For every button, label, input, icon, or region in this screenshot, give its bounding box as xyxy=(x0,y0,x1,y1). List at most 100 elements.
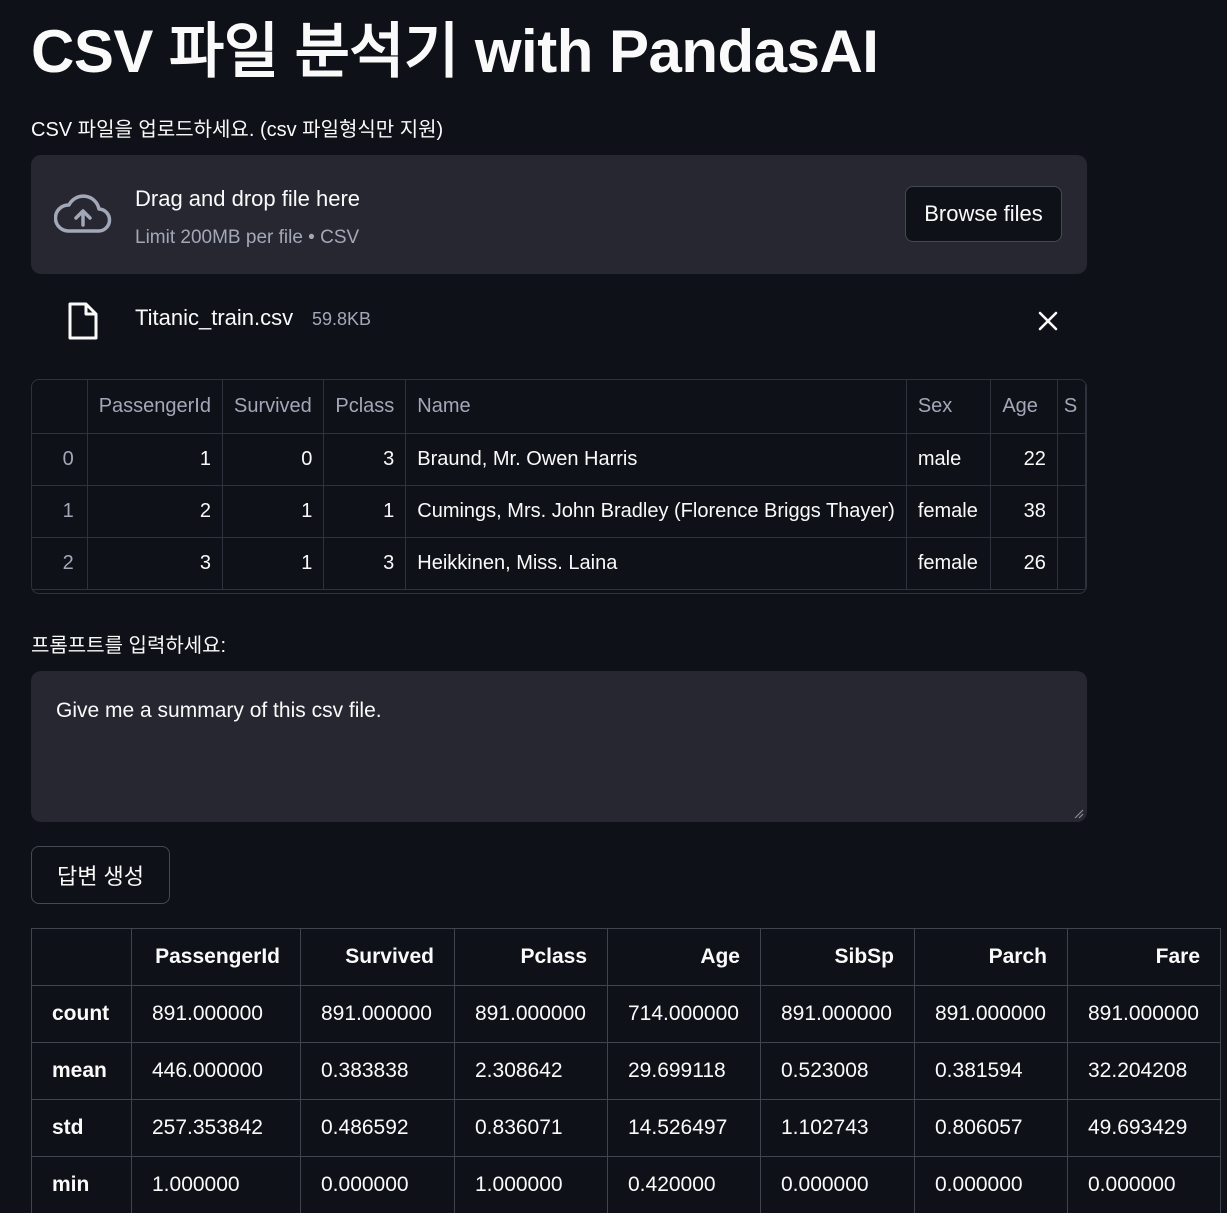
table-row: 1 2 1 1 Cumings, Mrs. John Bradley (Flor… xyxy=(32,485,1086,538)
resize-handle-icon[interactable] xyxy=(1072,807,1084,819)
table-cell[interactable] xyxy=(1057,485,1086,538)
summary-col-sibsp: SibSp xyxy=(760,928,915,986)
table-cell[interactable]: 1 xyxy=(87,433,223,486)
app-page: CSV 파일 분석기 with PandasAI CSV 파일을 업로드하세요.… xyxy=(0,0,1227,1213)
prompt-input[interactable]: Give me a summary of this csv file. xyxy=(31,671,1087,822)
table-cell: 891.000000 xyxy=(1067,985,1221,1043)
table-cell: 29.699118 xyxy=(607,1042,761,1100)
summary-corner-cell xyxy=(31,928,132,986)
prompt-label: 프롬프트를 입력하세요: xyxy=(31,635,227,657)
file-icon xyxy=(68,302,98,340)
table-cell[interactable] xyxy=(1057,537,1086,590)
table-cell[interactable]: Heikkinen, Miss. Laina xyxy=(405,537,907,590)
table-cell[interactable]: 0 xyxy=(222,433,325,486)
summary-table: PassengerId Survived Pclass Age SibSp Pa… xyxy=(31,928,1221,1213)
table-cell: 1.102743 xyxy=(760,1099,915,1157)
summary-col-age: Age xyxy=(607,928,761,986)
table-cell: 891.000000 xyxy=(454,985,608,1043)
table-cell: 0.381594 xyxy=(914,1042,1068,1100)
upload-limit-text: Limit 200MB per file • CSV xyxy=(135,227,360,248)
preview-col-passengerid[interactable]: PassengerId xyxy=(87,380,223,434)
preview-col-index xyxy=(32,380,88,434)
summary-col-survived: Survived xyxy=(300,928,455,986)
table-cell: 0.000000 xyxy=(914,1156,1068,1213)
table-cell: 1.000000 xyxy=(454,1156,608,1213)
row-index: 2 xyxy=(32,537,88,590)
table-cell[interactable]: 26 xyxy=(990,537,1058,590)
table-cell[interactable]: 2 xyxy=(87,485,223,538)
table-cell[interactable]: 3 xyxy=(323,537,407,590)
table-cell: 2.308642 xyxy=(454,1042,608,1100)
summary-col-passengerid: PassengerId xyxy=(131,928,301,986)
preview-col-pclass[interactable]: Pclass xyxy=(323,380,407,434)
uploaded-file-item: Titanic_train.csv 59.8KB xyxy=(31,292,1087,352)
table-cell: 0.523008 xyxy=(760,1042,915,1100)
preview-col-survived[interactable]: Survived xyxy=(222,380,325,434)
table-cell: 891.000000 xyxy=(760,985,915,1043)
preview-col-sex[interactable]: Sex xyxy=(906,380,992,434)
table-cell: 0.000000 xyxy=(760,1156,915,1213)
table-cell: 0.836071 xyxy=(454,1099,608,1157)
table-cell[interactable]: female xyxy=(906,537,992,590)
drop-instructions: Drag and drop file here xyxy=(135,186,361,211)
close-icon[interactable] xyxy=(1037,310,1059,332)
summary-header-row: PassengerId Survived Pclass Age SibSp Pa… xyxy=(31,928,1221,986)
generate-answer-button[interactable]: 답변 생성 xyxy=(31,846,170,904)
table-cell[interactable]: 3 xyxy=(323,433,407,486)
file-dropzone[interactable]: Drag and drop file here Limit 200MB per … xyxy=(31,155,1087,274)
uploaded-file-name: Titanic_train.csv xyxy=(135,305,294,330)
table-cell[interactable]: 1 xyxy=(222,537,325,590)
dataframe-preview[interactable]: PassengerId Survived Pclass Name Sex Age… xyxy=(31,379,1087,594)
summary-col-parch: Parch xyxy=(914,928,1068,986)
table-cell: 0.383838 xyxy=(300,1042,455,1100)
summary-col-pclass: Pclass xyxy=(454,928,608,986)
table-cell: 0.420000 xyxy=(607,1156,761,1213)
table-cell[interactable]: 22 xyxy=(990,433,1058,486)
preview-table: PassengerId Survived Pclass Name Sex Age… xyxy=(32,380,1086,590)
table-cell[interactable]: 38 xyxy=(990,485,1058,538)
uploader-label: CSV 파일을 업로드하세요. (csv 파일형식만 지원) xyxy=(31,119,444,141)
table-cell: 891.000000 xyxy=(300,985,455,1043)
table-cell: 0.486592 xyxy=(300,1099,455,1157)
browse-files-button[interactable]: Browse files xyxy=(905,186,1062,242)
table-cell[interactable]: 1 xyxy=(222,485,325,538)
table-cell[interactable]: male xyxy=(906,433,992,486)
table-cell: 257.353842 xyxy=(131,1099,301,1157)
table-row: 0 1 0 3 Braund, Mr. Owen Harris male 22 xyxy=(32,433,1086,486)
row-index: 1 xyxy=(32,485,88,538)
summary-col-fare: Fare xyxy=(1067,928,1221,986)
preview-header-row: PassengerId Survived Pclass Name Sex Age… xyxy=(32,380,1086,434)
table-row: count 891.000000 891.000000 891.000000 7… xyxy=(31,985,1221,1043)
table-cell[interactable]: female xyxy=(906,485,992,538)
table-row: 2 3 1 3 Heikkinen, Miss. Laina female 26 xyxy=(32,537,1086,590)
summary-row-label: count xyxy=(31,985,132,1043)
summary-row-label: mean xyxy=(31,1042,132,1100)
cloud-upload-icon xyxy=(54,194,112,233)
table-row: mean 446.000000 0.383838 2.308642 29.699… xyxy=(31,1042,1221,1100)
table-cell: 446.000000 xyxy=(131,1042,301,1100)
summary-row-label: std xyxy=(31,1099,132,1157)
table-cell: 49.693429 xyxy=(1067,1099,1221,1157)
table-cell[interactable]: 3 xyxy=(87,537,223,590)
table-cell: 891.000000 xyxy=(914,985,1068,1043)
table-cell: 0.000000 xyxy=(300,1156,455,1213)
table-cell: 1.000000 xyxy=(131,1156,301,1213)
table-cell: 32.204208 xyxy=(1067,1042,1221,1100)
table-row: std 257.353842 0.486592 0.836071 14.5264… xyxy=(31,1099,1221,1157)
table-cell: 714.000000 xyxy=(607,985,761,1043)
row-index: 0 xyxy=(32,433,88,486)
uploaded-file-size: 59.8KB xyxy=(312,309,372,329)
table-cell[interactable]: Cumings, Mrs. John Bradley (Florence Bri… xyxy=(405,485,907,538)
preview-col-sibsp-truncated[interactable]: S xyxy=(1057,380,1086,434)
table-cell[interactable]: Braund, Mr. Owen Harris xyxy=(405,433,907,486)
table-cell: 0.000000 xyxy=(1067,1156,1221,1213)
table-cell: 891.000000 xyxy=(131,985,301,1043)
preview-col-age[interactable]: Age xyxy=(990,380,1058,434)
table-row: min 1.000000 0.000000 1.000000 0.420000 … xyxy=(31,1156,1221,1213)
table-cell: 14.526497 xyxy=(607,1099,761,1157)
table-cell[interactable]: 1 xyxy=(323,485,407,538)
table-cell[interactable] xyxy=(1057,433,1086,486)
table-cell: 0.806057 xyxy=(914,1099,1068,1157)
summary-row-label: min xyxy=(31,1156,132,1213)
preview-col-name[interactable]: Name xyxy=(405,380,907,434)
